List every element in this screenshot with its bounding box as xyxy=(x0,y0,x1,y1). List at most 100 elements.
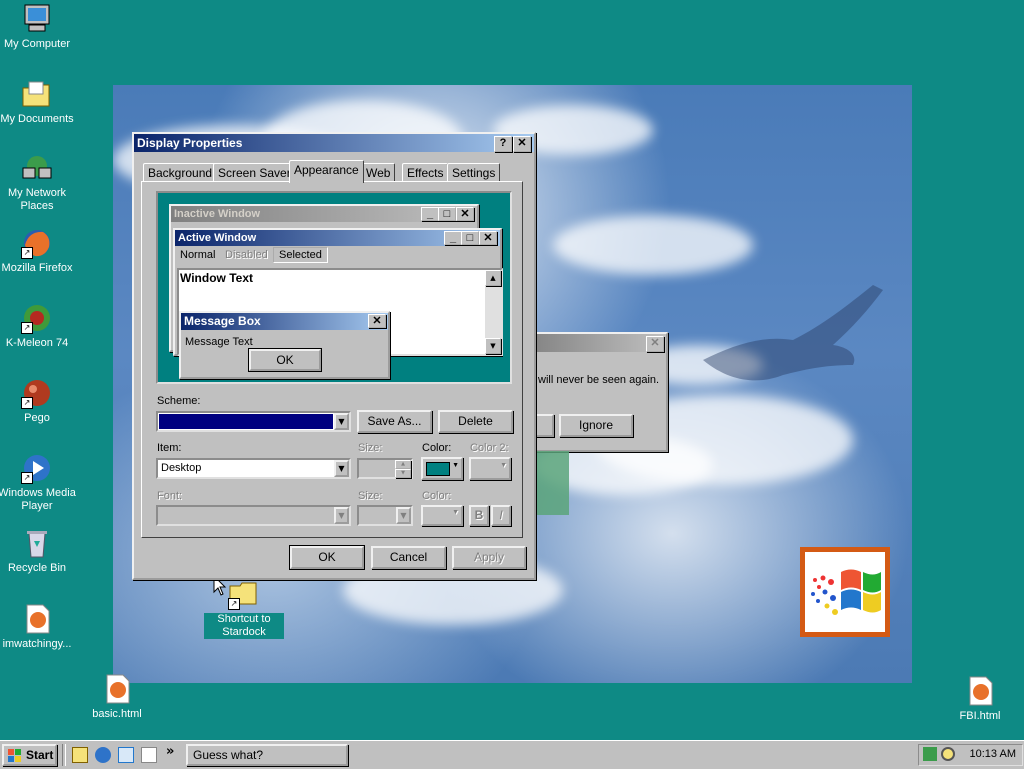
scheme-dropdown[interactable]: ▼ xyxy=(156,411,351,432)
desktop-icon-label: Windows Media Player xyxy=(0,487,76,512)
close-icon: ✕ xyxy=(479,231,497,245)
desktop-icon-fbi-html[interactable]: FBI.html xyxy=(940,675,1020,723)
appearance-preview[interactable]: Inactive Window _ □ ✕ Active Window _ □ … xyxy=(156,191,512,384)
preview-active-title: Active Window xyxy=(178,232,257,244)
folder-icon xyxy=(21,78,53,110)
bold-button[interactable]: B xyxy=(469,505,489,526)
save-as-button[interactable]: Save As... xyxy=(357,410,432,433)
cancel-button[interactable]: Cancel xyxy=(371,546,446,569)
font-dropdown[interactable]: ▼ xyxy=(156,505,351,526)
italic-button[interactable]: I xyxy=(491,505,511,526)
desktop-icon-label: Recycle Bin xyxy=(7,562,67,574)
windows-flag-icon xyxy=(8,749,21,762)
chevron-down-icon: ▼ xyxy=(500,462,507,469)
tab-effects[interactable]: Effects xyxy=(402,163,449,182)
maximize-icon: □ xyxy=(461,231,479,245)
preview-msgbox-title: Message Box xyxy=(184,314,261,328)
chevron-down-icon[interactable]: ▼ xyxy=(334,460,349,477)
close-icon[interactable]: ✕ xyxy=(646,336,664,352)
color2-label: Color 2: xyxy=(470,442,509,454)
item-dropdown[interactable]: Desktop ▼ xyxy=(156,458,351,479)
internet-explorer-icon[interactable] xyxy=(95,747,111,763)
scroll-down-icon: ▼ xyxy=(485,338,501,354)
desktop-icon-label: Shortcut to Stardock xyxy=(204,613,284,639)
desktop-icon-label: basic.html xyxy=(92,708,142,720)
desktop-icon-mozilla-firefox[interactable]: ↗ Mozilla Firefox xyxy=(0,227,77,275)
delete-button[interactable]: Delete xyxy=(438,410,513,433)
close-icon[interactable]: ✕ xyxy=(513,136,531,152)
outlook-express-icon[interactable] xyxy=(118,747,134,763)
size-spinner[interactable]: ▲ ▼ xyxy=(357,458,413,479)
desktop-icon-label: My Documents xyxy=(0,113,74,125)
tab-appearance[interactable]: Appearance xyxy=(289,160,364,183)
chevron-down-icon[interactable]: ▼ xyxy=(396,507,411,524)
tab-web[interactable]: Web xyxy=(361,163,396,182)
color-swatch xyxy=(426,462,450,476)
desktop-icon-label: imwatchingy... xyxy=(2,638,72,650)
html-file-icon xyxy=(101,673,133,705)
font-size-label: Size: xyxy=(358,490,383,502)
apply-button[interactable]: Apply xyxy=(452,546,526,569)
minimize-icon: _ xyxy=(421,207,439,221)
desktop-icon-basic-html[interactable]: basic.html xyxy=(77,673,157,721)
preview-menu-disabled: Disabled xyxy=(225,249,268,261)
desktop-icon-label: Pego xyxy=(24,412,50,424)
network-tray-icon[interactable] xyxy=(923,747,937,761)
desktop-icon-my-network-places[interactable]: My Network Places xyxy=(0,152,77,213)
background-dialog: ✕ will never be seen again. Ignore xyxy=(520,332,668,452)
help-icon[interactable]: ? xyxy=(494,136,512,152)
color-label: Color: xyxy=(422,442,452,454)
chevron-down-icon: ▼ xyxy=(452,462,459,469)
maximize-icon: □ xyxy=(438,207,456,221)
preview-inactive-title: Inactive Window xyxy=(174,208,261,220)
kmeleon-icon: ↗ xyxy=(21,302,53,334)
close-icon: ✕ xyxy=(368,314,386,328)
show-desktop-icon[interactable] xyxy=(72,747,88,763)
search-tray-icon[interactable] xyxy=(941,747,955,761)
desktop-icon-my-computer[interactable]: My Computer xyxy=(0,3,77,51)
preview-window-text: Window Text xyxy=(180,271,253,285)
start-button[interactable]: Start xyxy=(2,744,57,766)
clock[interactable]: 10:13 AM xyxy=(970,748,1016,760)
desktop-icon-label: Mozilla Firefox xyxy=(1,262,73,274)
font-label: Font: xyxy=(157,490,183,502)
desktop-icon-recycle-bin[interactable]: Recycle Bin xyxy=(0,527,77,575)
desktop-icon-label: My Computer xyxy=(3,38,71,50)
desktop-icon-pego[interactable]: ↗ Pego xyxy=(0,377,77,425)
windows-logo-image xyxy=(800,547,890,637)
green-panel xyxy=(536,451,569,515)
chevron-down-icon[interactable]: ▼ xyxy=(334,413,349,430)
font-size-dropdown[interactable]: ▼ xyxy=(357,505,413,526)
desktop-icon-my-documents[interactable]: My Documents xyxy=(0,78,77,126)
preview-scrollbar: ▲ ▼ xyxy=(485,270,501,354)
scroll-up-icon: ▲ xyxy=(485,270,501,286)
spin-up-icon[interactable]: ▲ xyxy=(395,460,411,469)
desktop-icon-k-meleon[interactable]: ↗ K-Meleon 74 xyxy=(0,302,77,350)
pego-icon: ↗ xyxy=(21,377,53,409)
font-color-label: Color: xyxy=(422,490,452,502)
minimize-icon: _ xyxy=(444,231,462,245)
taskbar-task-guess-what[interactable]: Guess what? xyxy=(186,744,348,766)
desktop-icon-windows-media-player[interactable]: ↗ Windows Media Player xyxy=(0,452,77,513)
channels-icon[interactable] xyxy=(141,747,157,763)
tab-background[interactable]: Background xyxy=(143,163,218,182)
desktop-icon-imwatchingy[interactable]: imwatchingy... xyxy=(0,603,77,651)
ignore-button[interactable]: Ignore xyxy=(559,414,633,437)
preview-menu-bar: Normal Disabled Selected xyxy=(175,246,500,264)
chevron-down-icon[interactable]: ▼ xyxy=(334,507,349,524)
item-selected-value: Desktop xyxy=(161,462,202,474)
ok-button[interactable]: OK xyxy=(289,545,365,570)
preview-msgbox-text: Message Text xyxy=(185,336,253,348)
background-dialog-message: will never be seen again. xyxy=(538,374,660,386)
quick-launch-chevron[interactable]: » xyxy=(166,744,174,759)
computer-icon xyxy=(21,3,53,35)
scheme-selected-value xyxy=(159,414,333,429)
tab-settings[interactable]: Settings xyxy=(447,163,501,182)
spin-down-icon[interactable]: ▼ xyxy=(395,469,411,478)
windows-flag-icon xyxy=(811,569,881,615)
font-color-picker-button[interactable]: ▼ xyxy=(421,505,463,526)
color2-picker-button[interactable]: ▼ xyxy=(469,457,511,480)
preview-menu-selected: Selected xyxy=(273,247,328,263)
tab-screen-saver[interactable]: Screen Saver xyxy=(213,163,296,182)
color-picker-button[interactable]: ▼ xyxy=(421,457,463,480)
